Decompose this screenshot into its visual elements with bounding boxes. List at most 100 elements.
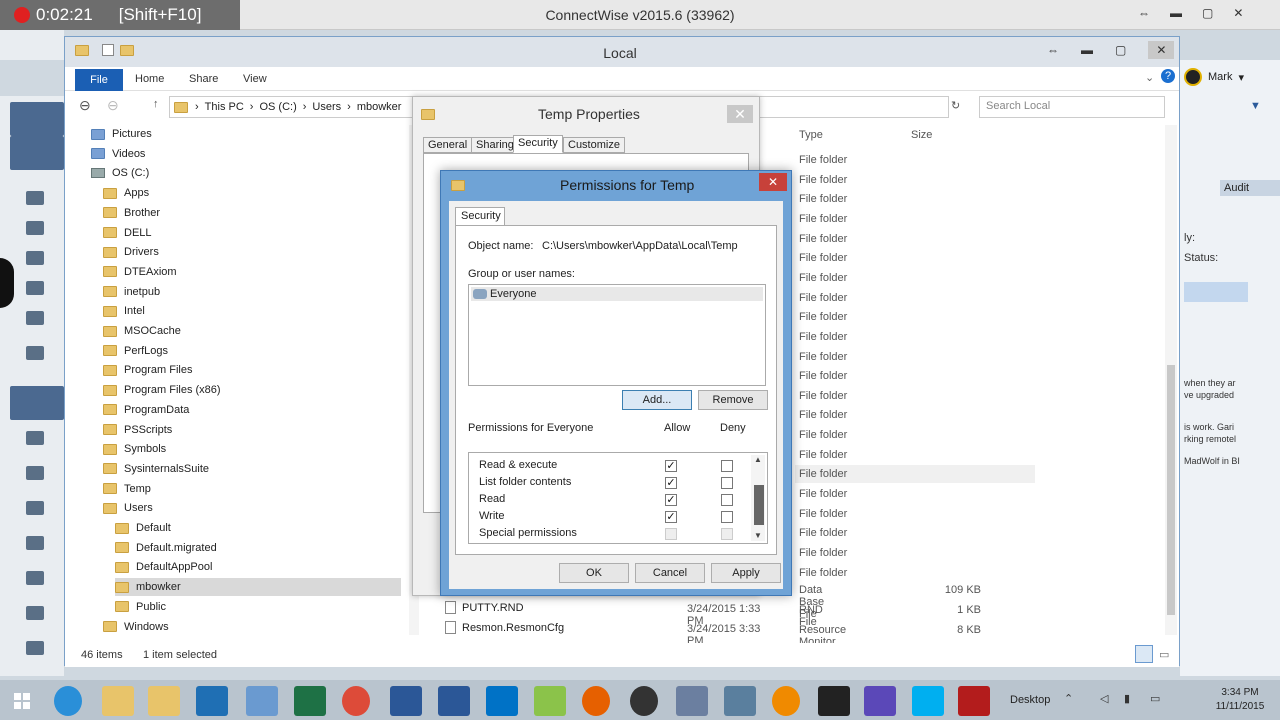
file-type-cell[interactable]: File folder: [795, 210, 1035, 228]
file-scrollbar[interactable]: [1165, 125, 1177, 635]
close-icon[interactable]: ✕: [1148, 41, 1175, 59]
breadcrumb-this-pc[interactable]: This PC: [205, 101, 244, 113]
file-type-cell[interactable]: File folder: [795, 289, 1035, 307]
cancel-button[interactable]: Cancel: [635, 563, 705, 583]
resize-icon[interactable]: ⇔: [1047, 43, 1059, 57]
file-type-cell[interactable]: File folder: [795, 485, 1035, 503]
file-type-cell[interactable]: File folder: [795, 367, 1035, 385]
remote-icon[interactable]: [724, 686, 756, 716]
tree-item[interactable]: Temp: [103, 480, 401, 498]
close-icon[interactable]: ✕: [1233, 6, 1243, 20]
scroll-up-icon[interactable]: ▲: [754, 455, 762, 464]
tab-file[interactable]: File: [75, 69, 123, 91]
system-icon[interactable]: [26, 641, 44, 655]
tree-item[interactable]: Public: [115, 598, 401, 616]
tab-view[interactable]: View: [243, 73, 267, 85]
add-button[interactable]: Add...: [622, 390, 692, 410]
large-icons-view-icon[interactable]: ▭: [1159, 648, 1169, 661]
scroll-thumb[interactable]: [1167, 365, 1175, 615]
documents-icon[interactable]: [26, 281, 44, 295]
file-type-cell[interactable]: File folder: [795, 328, 1035, 346]
service-icon[interactable]: [26, 536, 44, 550]
tree-item[interactable]: Default: [115, 519, 401, 537]
deny-checkbox[interactable]: [721, 460, 733, 472]
tree-item[interactable]: PSScripts: [103, 421, 401, 439]
tree-item[interactable]: ProgramData: [103, 401, 401, 419]
remove-button[interactable]: Remove: [698, 390, 768, 410]
powershell-icon[interactable]: [196, 686, 228, 716]
tree-item[interactable]: Windows: [103, 618, 401, 636]
recording-indicator[interactable]: 0:02:21 [Shift+F10]: [0, 0, 240, 30]
word-icon-2[interactable]: [438, 686, 470, 716]
details-view-icon[interactable]: [1135, 645, 1153, 663]
tab-security[interactable]: Security: [513, 135, 563, 153]
refresh-icon[interactable]: ↻: [951, 99, 960, 112]
start-icon[interactable]: [6, 686, 38, 716]
minimize-icon[interactable]: ▬: [1081, 43, 1093, 57]
obs-icon[interactable]: [630, 686, 658, 716]
file-type-cell[interactable]: File folder: [795, 348, 1035, 366]
excel-icon[interactable]: [294, 686, 326, 716]
tab-general[interactable]: General: [423, 137, 473, 153]
tab-audit[interactable]: Audit: [1220, 180, 1280, 196]
file-type-cell[interactable]: File folder: [795, 308, 1035, 326]
allow-checkbox[interactable]: ✓: [665, 460, 677, 472]
tree-item[interactable]: Videos: [91, 145, 401, 163]
file-type-cell[interactable]: File folder: [795, 406, 1035, 424]
file-type-cell[interactable]: File folder: [795, 524, 1035, 542]
nav-item-companies[interactable]: [10, 102, 64, 136]
file-type-cell[interactable]: File folder: [795, 151, 1035, 169]
tree-item[interactable]: DTEAxiom: [103, 263, 401, 281]
tab-share[interactable]: Share: [189, 73, 218, 85]
deny-checkbox[interactable]: [721, 511, 733, 523]
scroll-down-icon[interactable]: ▼: [754, 531, 762, 540]
settings-gear-icon[interactable]: [864, 686, 896, 716]
tree-item[interactable]: Intel: [103, 302, 401, 320]
avatar[interactable]: [1184, 68, 1202, 86]
skype-icon[interactable]: [912, 686, 944, 716]
outlook-icon[interactable]: [486, 686, 518, 716]
user-list[interactable]: Everyone: [468, 284, 766, 386]
deny-checkbox[interactable]: [721, 477, 733, 489]
screenconnect-icon[interactable]: [772, 686, 800, 716]
file-type-cell[interactable]: File folder: [795, 426, 1035, 444]
forward-icon[interactable]: ⊖: [107, 97, 119, 114]
network-icon[interactable]: [676, 686, 708, 716]
time-icon[interactable]: [26, 571, 44, 585]
search-input[interactable]: Search Local: [979, 96, 1165, 118]
tab-security[interactable]: Security: [455, 207, 505, 225]
column-type[interactable]: Type: [799, 129, 823, 141]
file-type-cell[interactable]: File folder: [795, 190, 1035, 208]
breadcrumb-os[interactable]: OS (C:): [259, 101, 296, 113]
ribbon-expand-icon[interactable]: ⌄: [1145, 71, 1154, 84]
chevron-down-icon[interactable]: ▾: [1238, 71, 1244, 84]
tree-item[interactable]: Drivers: [103, 243, 401, 261]
maximize-icon[interactable]: ▢: [1115, 43, 1126, 57]
tree-item[interactable]: OS (C:): [91, 164, 401, 182]
tree-item[interactable]: DefaultAppPool: [115, 558, 401, 576]
remote-desktop-icon[interactable]: [246, 686, 278, 716]
file-explorer-active-icon[interactable]: [148, 686, 180, 716]
file-name[interactable]: Resmon.ResmonCfg: [462, 622, 564, 634]
scroll-thumb[interactable]: [754, 485, 764, 525]
maximize-icon[interactable]: ▢: [1202, 6, 1213, 20]
column-size[interactable]: Size: [911, 129, 932, 141]
tree-item[interactable]: Program Files: [103, 361, 401, 379]
file-name[interactable]: PUTTY.RND: [462, 602, 524, 614]
vmware-icon[interactable]: [534, 686, 566, 716]
allow-checkbox[interactable]: ✓: [665, 511, 677, 523]
calendar-icon[interactable]: [26, 191, 44, 205]
file-type-cell[interactable]: File folder: [795, 564, 1035, 582]
file-type-cell[interactable]: File folder: [795, 387, 1035, 405]
tab-sharing[interactable]: Sharing: [471, 137, 519, 153]
allow-checkbox[interactable]: ✓: [665, 477, 677, 489]
procurement-icon[interactable]: [26, 466, 44, 480]
sales-icon[interactable]: [26, 431, 44, 445]
tree-item[interactable]: Pictures: [91, 125, 401, 143]
ok-button[interactable]: OK: [559, 563, 629, 583]
permission-scrollbar[interactable]: ▲ ▼: [751, 455, 765, 541]
nav-item-my[interactable]: [10, 136, 64, 170]
file-type-cell[interactable]: File folder: [795, 544, 1035, 562]
tree-item[interactable]: SysinternalsSuite: [103, 460, 401, 478]
tree-item[interactable]: Default.migrated: [115, 539, 401, 557]
